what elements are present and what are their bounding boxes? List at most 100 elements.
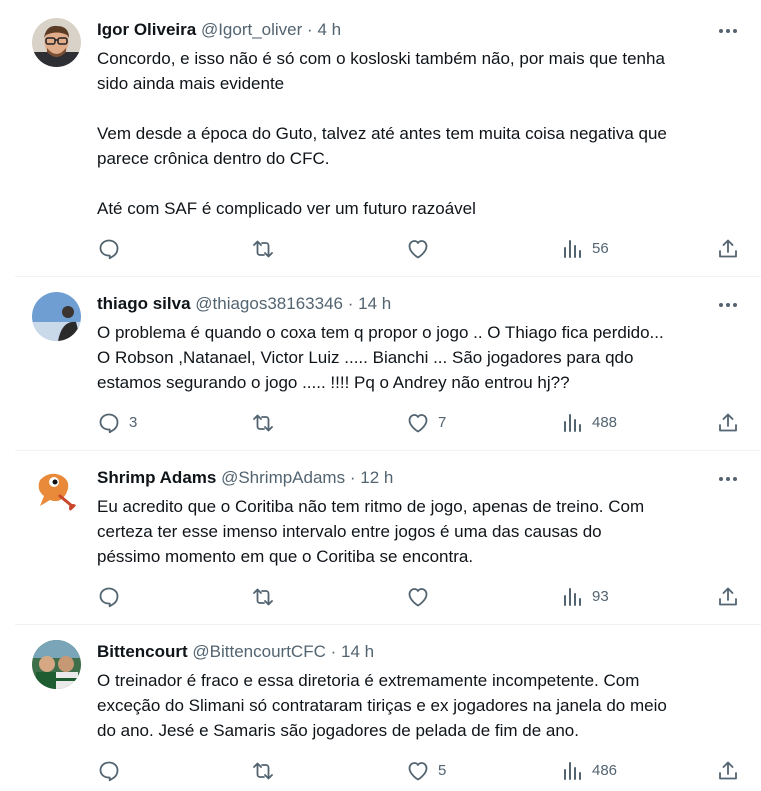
separator-dot: · xyxy=(347,294,354,313)
avatar[interactable] xyxy=(32,292,81,341)
retweet-icon xyxy=(253,240,273,258)
text-line: certeza ter esse imenso intervalo entre … xyxy=(97,522,602,541)
text-line: péssimo momento em que o Coritiba se enc… xyxy=(97,547,474,566)
views-icon xyxy=(564,414,581,432)
text-line: estamos segurando o jogo ..... !!!! Pq o… xyxy=(97,373,570,392)
timestamp[interactable]: 14 h xyxy=(341,642,374,661)
reply-button[interactable] xyxy=(97,237,129,261)
share-button[interactable] xyxy=(716,237,740,261)
action-bar: 93 xyxy=(0,585,761,609)
text-line: do ano. Jesé e Samaris são jogadores de … xyxy=(97,721,579,740)
views-button[interactable]: 486 xyxy=(560,759,617,783)
action-bar: 5 486 xyxy=(0,759,761,783)
like-button[interactable]: 7 xyxy=(406,411,446,435)
tweet-feed: Igor Oliveira @Igort_oliver · 4 h Concor… xyxy=(0,0,761,791)
retweet-button[interactable] xyxy=(251,759,283,783)
reply-button[interactable] xyxy=(97,585,129,609)
display-name[interactable]: thiago silva xyxy=(97,294,191,313)
display-name[interactable]: Shrimp Adams xyxy=(97,468,216,487)
divider xyxy=(15,276,761,277)
like-button[interactable] xyxy=(406,585,438,609)
text-line xyxy=(97,171,749,196)
avatar[interactable] xyxy=(32,640,81,689)
timestamp[interactable]: 14 h xyxy=(358,294,391,313)
divider xyxy=(15,624,761,625)
share-button[interactable] xyxy=(716,585,740,609)
text-line: exceção do Slimani só contrataram tiriça… xyxy=(97,696,667,715)
share-icon xyxy=(719,239,737,258)
tweet-text: Eu acredito que o Coritiba não tem ritmo… xyxy=(97,494,749,569)
share-icon xyxy=(719,413,737,432)
view-count: 488 xyxy=(592,414,618,431)
text-line: O Robson ,Natanael, Victor Luiz ..... Bi… xyxy=(97,348,634,367)
view-count: 486 xyxy=(592,762,618,779)
tweet[interactable]: Igor Oliveira @Igort_oliver · 4 h Concor… xyxy=(0,18,761,276)
share-icon xyxy=(719,761,737,780)
timestamp[interactable]: 4 h xyxy=(317,20,341,39)
text-line: O problema é quando o coxa tem q propor … xyxy=(97,323,664,342)
like-icon xyxy=(408,588,428,607)
tweet-header: Bittencourt @BittencourtCFC · 14 h xyxy=(97,640,374,664)
avatar[interactable] xyxy=(32,466,81,515)
text-line: Eu acredito que o Coritiba não tem ritmo… xyxy=(97,497,645,516)
tweet-header: Shrimp Adams @ShrimpAdams · 12 h xyxy=(97,466,393,490)
separator-dot: · xyxy=(307,20,313,39)
tweet[interactable]: Shrimp Adams @ShrimpAdams · 12 h Eu acre… xyxy=(0,466,761,624)
tweet[interactable]: thiago silva @thiagos38163346 · 14 h O p… xyxy=(0,292,761,450)
tweet-text: Concordo, e isso não é só com o kosloski… xyxy=(97,46,749,221)
views-button[interactable]: 56 xyxy=(560,237,609,261)
reply-button[interactable] xyxy=(97,759,129,783)
tweet-header: thiago silva @thiagos38163346 · 14 h xyxy=(97,292,391,316)
like-button[interactable] xyxy=(406,237,438,261)
share-icon xyxy=(719,587,737,606)
user-handle[interactable]: @Igort_oliver xyxy=(201,20,302,39)
views-icon xyxy=(564,762,581,780)
more-icon[interactable] xyxy=(716,296,740,314)
share-button[interactable] xyxy=(716,759,740,783)
retweet-button[interactable] xyxy=(251,585,283,609)
action-bar: 3 7 488 xyxy=(0,411,761,435)
like-button[interactable]: 5 xyxy=(406,759,446,783)
views-button[interactable]: 488 xyxy=(560,411,617,435)
reply-count: 3 xyxy=(129,414,138,431)
reply-icon xyxy=(99,413,119,434)
views-icon xyxy=(564,240,581,258)
text-line: Concordo, e isso não é só com o kosloski… xyxy=(97,49,665,68)
tweet-text: O problema é quando o coxa tem q propor … xyxy=(97,320,749,395)
reply-icon xyxy=(99,239,119,260)
reply-button[interactable]: 3 xyxy=(97,411,137,435)
divider xyxy=(15,450,761,451)
retweet-icon xyxy=(253,414,273,432)
reply-icon xyxy=(99,761,119,782)
user-handle[interactable]: @thiagos38163346 xyxy=(195,294,343,313)
timestamp[interactable]: 12 h xyxy=(360,468,393,487)
user-handle[interactable]: @BittencourtCFC xyxy=(192,642,325,661)
action-bar: 56 xyxy=(0,237,761,261)
view-count: 93 xyxy=(592,588,609,605)
views-button[interactable]: 93 xyxy=(560,585,609,609)
text-line: Vem desde a época do Guto, talvez até an… xyxy=(97,124,667,143)
tweet-text: O treinador é fraco e essa diretoria é e… xyxy=(97,668,749,743)
text-line: O treinador é fraco e essa diretoria é e… xyxy=(97,671,640,690)
like-icon xyxy=(408,240,428,259)
avatar[interactable] xyxy=(32,18,81,67)
text-line: parece crônica dentro do CFC. xyxy=(97,149,330,168)
separator-dot: · xyxy=(330,642,337,661)
display-name[interactable]: Igor Oliveira xyxy=(97,20,196,39)
share-button[interactable] xyxy=(716,411,740,435)
more-icon[interactable] xyxy=(716,470,740,488)
retweet-button[interactable] xyxy=(251,237,283,261)
text-line: Até com SAF é complicado ver um futuro r… xyxy=(97,199,476,218)
retweet-button[interactable] xyxy=(251,411,283,435)
view-count: 56 xyxy=(592,240,609,257)
views-icon xyxy=(564,588,581,606)
text-line xyxy=(97,96,749,121)
separator-dot: · xyxy=(349,468,356,487)
more-icon[interactable] xyxy=(716,22,740,40)
display-name[interactable]: Bittencourt xyxy=(97,642,188,661)
retweet-icon xyxy=(253,588,273,606)
like-count: 5 xyxy=(438,762,447,779)
tweet[interactable]: Bittencourt @BittencourtCFC · 14 h O tre… xyxy=(0,640,761,791)
text-line: sido ainda mais evidente xyxy=(97,74,285,93)
user-handle[interactable]: @ShrimpAdams xyxy=(221,468,345,487)
